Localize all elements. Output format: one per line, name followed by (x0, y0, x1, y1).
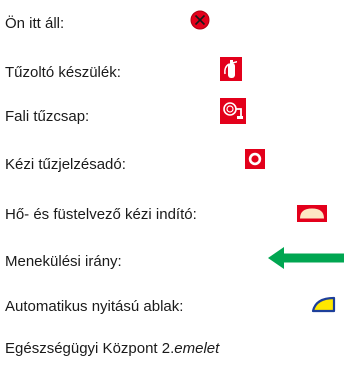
floor-caption: Egészségügyi Központ 2.emelet (5, 340, 219, 358)
you-are-here-icon (190, 10, 210, 30)
legend-row-fire-hose-reel: Fali tűzcsap: (0, 98, 344, 132)
legend-label: Automatikus nyitású ablak: (5, 298, 184, 315)
legend-row-manual-fire-alarm: Kézi tűzjelzésadó: (0, 149, 344, 181)
legend-row-automatic-window: Automatikus nyitású ablak: (0, 293, 344, 325)
smoke-vent-trigger-icon (297, 205, 327, 222)
legend-row-you-are-here: Ön itt áll: (0, 8, 344, 40)
fire-hose-reel-icon (220, 98, 246, 124)
legend-label: Fali tűzcsap: (5, 108, 90, 125)
building-name: Egészségügyi Központ 2. (5, 340, 175, 357)
floor-name: emelet (174, 340, 220, 357)
legend-row-escape-route: Menekülési irány: (0, 246, 344, 278)
manual-fire-alarm-icon (245, 149, 265, 169)
legend-label: Kézi tűzjelzésadó: (5, 156, 126, 173)
fire-extinguisher-icon (220, 57, 242, 81)
legend-row-smoke-vent-trigger: Hő- és füstelvező kézi indító: (0, 201, 344, 233)
legend-label: Ön itt áll: (5, 15, 65, 32)
automatic-window-icon (311, 296, 336, 313)
legend-label: Tűzoltó készülék: (5, 64, 121, 81)
legend-label: Hő- és füstelvező kézi indító: (5, 206, 197, 223)
escape-route-arrow-icon (268, 247, 344, 269)
legend-row-fire-extinguisher: Tűzoltó készülék: (0, 57, 344, 90)
legend-label: Menekülési irány: (5, 253, 122, 270)
